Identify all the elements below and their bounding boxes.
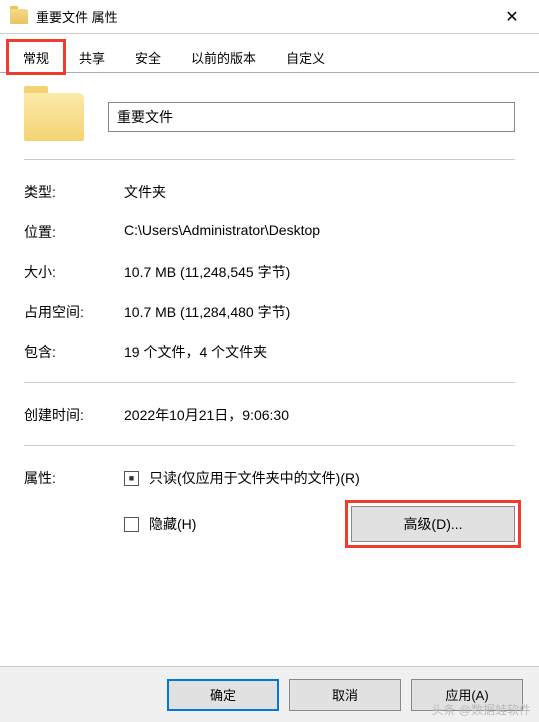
tab-security[interactable]: 安全 (120, 41, 176, 73)
value-location: C:\Users\Administrator\Desktop (124, 222, 515, 242)
advanced-button[interactable]: 高级(D)... (351, 506, 515, 542)
label-created: 创建时间: (24, 405, 124, 425)
tab-strip: 常规 共享 安全 以前的版本 自定义 (0, 34, 539, 73)
label-type: 类型: (24, 182, 124, 202)
row-size: 大小: 10.7 MB (11,248,545 字节) (24, 262, 515, 282)
readonly-label: 只读(仅应用于文件夹中的文件)(R) (149, 468, 360, 488)
value-contains: 19 个文件，4 个文件夹 (124, 342, 515, 362)
label-attributes: 属性: (24, 468, 124, 542)
folder-header (24, 93, 515, 160)
value-disksize: 10.7 MB (11,284,480 字节) (124, 302, 515, 322)
row-disksize: 占用空间: 10.7 MB (11,284,480 字节) (24, 302, 515, 322)
tab-sharing[interactable]: 共享 (64, 41, 120, 73)
close-button[interactable]: ✕ (489, 2, 535, 32)
row-location: 位置: C:\Users\Administrator\Desktop (24, 222, 515, 242)
large-folder-icon (24, 93, 84, 141)
readonly-row: 只读(仅应用于文件夹中的文件)(R) (124, 468, 515, 488)
hidden-label: 隐藏(H) (149, 514, 196, 534)
row-created: 创建时间: 2022年10月21日，9:06:30 (24, 405, 515, 425)
label-location: 位置: (24, 222, 124, 242)
hidden-checkbox[interactable] (124, 517, 139, 532)
value-size: 10.7 MB (11,248,545 字节) (124, 262, 515, 282)
apply-button[interactable]: 应用(A) (411, 679, 523, 711)
label-contains: 包含: (24, 342, 124, 362)
hidden-row: 隐藏(H) (124, 514, 196, 534)
tab-customize[interactable]: 自定义 (271, 41, 340, 73)
content-panel: 类型: 文件夹 位置: C:\Users\Administrator\Deskt… (0, 73, 539, 562)
window-title: 重要文件 属性 (36, 7, 489, 26)
folder-name-input[interactable] (108, 102, 515, 132)
value-created: 2022年10月21日，9:06:30 (124, 405, 515, 425)
row-contains: 包含: 19 个文件，4 个文件夹 (24, 342, 515, 362)
tab-general[interactable]: 常规 (8, 41, 64, 73)
ok-button[interactable]: 确定 (167, 679, 279, 711)
folder-icon (10, 9, 28, 24)
readonly-checkbox[interactable] (124, 471, 139, 486)
dialog-button-bar: 确定 取消 应用(A) (0, 666, 539, 722)
row-type: 类型: 文件夹 (24, 182, 515, 202)
divider (24, 445, 515, 446)
label-disksize: 占用空间: (24, 302, 124, 322)
label-size: 大小: (24, 262, 124, 282)
attributes-section: 属性: 只读(仅应用于文件夹中的文件)(R) 隐藏(H) 高级(D)... (24, 468, 515, 542)
divider (24, 382, 515, 383)
cancel-button[interactable]: 取消 (289, 679, 401, 711)
tab-previous-versions[interactable]: 以前的版本 (176, 41, 271, 73)
value-type: 文件夹 (124, 182, 515, 202)
titlebar: 重要文件 属性 ✕ (0, 0, 539, 34)
